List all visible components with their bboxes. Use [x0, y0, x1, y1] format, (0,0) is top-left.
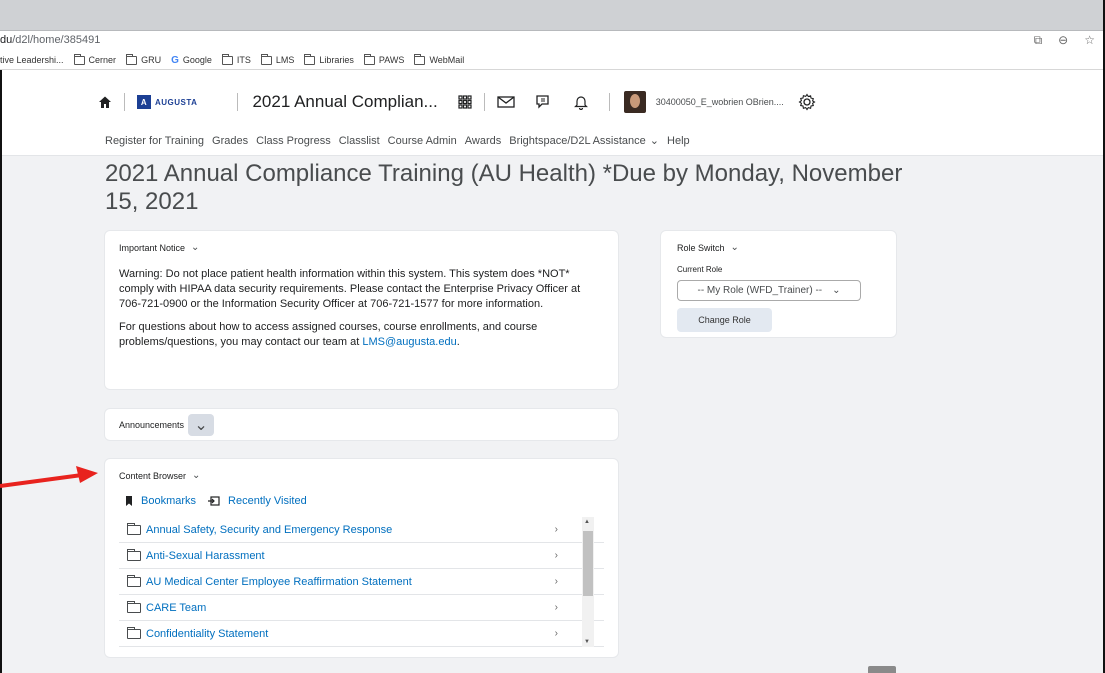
home-icon[interactable]	[98, 95, 112, 109]
course-navbar: Register for Training Grades Class Progres…	[2, 134, 1103, 156]
chevron-right-icon[interactable]: ›	[555, 576, 558, 587]
folder-icon	[73, 53, 85, 65]
chevron-down-icon[interactable]: ⌄	[191, 242, 199, 253]
bookmarks-bar: tive Leadershi... Cerner GRU G Google ITS LMS L…	[0, 51, 1105, 70]
content-browser-links: Bookmarks Recently Visited	[125, 495, 604, 507]
bookmark-item[interactable]: PAWS	[363, 53, 404, 65]
announcements-heading: Announcements	[119, 419, 185, 430]
bookmark-item[interactable]: G Google	[171, 55, 212, 66]
logo-mark-icon: A	[137, 95, 151, 109]
notification-bell-icon[interactable]	[573, 94, 589, 110]
nav-item[interactable]: Grades	[212, 134, 248, 147]
notice-contact-text: For questions about how to access assign…	[119, 321, 538, 348]
folder-icon	[127, 626, 141, 639]
chevron-down-icon[interactable]: ⌄	[731, 242, 739, 253]
current-role-label: Current Role	[677, 265, 723, 274]
content-list: Annual Safety, Security and Emergency Re…	[119, 517, 604, 647]
screenshot-frame: du/d2l/home/385491 ⧉ ⊖ ☆ tive Leadershi.…	[0, 0, 1105, 673]
bookmark-item[interactable]: Libraries	[304, 53, 354, 65]
page-title: 2021 Annual Compliance Training (AU Heal…	[105, 160, 903, 215]
bookmarks-link[interactable]: Bookmarks	[125, 495, 196, 507]
nav-item[interactable]: Course Admin	[388, 134, 457, 147]
role-select-value: -- My Role (WFD_Trainer) --	[697, 285, 823, 296]
border-line	[0, 70, 2, 673]
user-avatar[interactable]	[623, 91, 646, 113]
browser-tab-strip	[0, 0, 1105, 31]
zoom-icon[interactable]: ⊖	[1058, 33, 1068, 48]
nav-item[interactable]: Class Progress	[256, 134, 331, 147]
folder-icon	[127, 574, 141, 587]
chat-bubbles-icon[interactable]	[535, 94, 553, 110]
content-module-item[interactable]: Annual Safety, Security and Emergency Re…	[119, 517, 604, 543]
scroll-down-icon[interactable]: ▼	[584, 639, 590, 645]
feedback-tab[interactable]	[868, 666, 896, 673]
scroll-thumb[interactable]	[583, 531, 593, 596]
nav-item[interactable]: Awards	[465, 134, 501, 147]
url-text[interactable]: du/d2l/home/385491	[0, 34, 100, 46]
folder-icon	[126, 53, 138, 65]
address-bar-actions: ⧉ ⊖ ☆	[1034, 33, 1095, 48]
content-browser-header[interactable]: Content Browser ⌄	[119, 470, 604, 481]
important-notice-widget: Important Notice ⌄ Warning: Do not place…	[104, 230, 619, 390]
augusta-logo[interactable]: A AUGUSTA	[137, 95, 197, 109]
content-module-item[interactable]: CARE Team ›	[119, 595, 604, 621]
bookmark-icon	[126, 496, 132, 506]
chevron-right-icon[interactable]: ›	[555, 550, 558, 561]
role-select[interactable]: -- My Role (WFD_Trainer) -- ⌄	[677, 280, 861, 301]
chevron-down-icon: ⌄	[832, 285, 841, 296]
bookmark-item[interactable]: LMS	[260, 53, 294, 65]
bookmark-item[interactable]: tive Leadershi...	[0, 55, 64, 65]
chevron-down-icon[interactable]: ⌄	[188, 413, 215, 436]
role-switch-header[interactable]: Role Switch ⌄	[677, 242, 880, 253]
notice-warning-text: Warning: Do not place patient health inf…	[119, 268, 581, 310]
google-icon: G	[171, 54, 179, 66]
username[interactable]: 30400050_E_wobrien OBrien....	[656, 97, 784, 107]
chevron-right-icon[interactable]: ›	[555, 628, 558, 639]
folder-icon	[363, 53, 375, 65]
folder-icon	[127, 600, 141, 613]
content-list-scrollbar[interactable]: ▲ ▼	[582, 517, 594, 647]
course-title[interactable]: 2021 Annual Complian...	[252, 92, 437, 112]
change-role-button[interactable]: Change Role	[677, 308, 772, 332]
chevron-right-icon[interactable]: ›	[555, 524, 558, 535]
bookmark-item[interactable]: ITS	[221, 53, 251, 65]
chevron-down-icon: ⌄	[649, 135, 660, 147]
content-module-item[interactable]: Anti-Sexual Harassment ›	[119, 543, 604, 569]
nav-item[interactable]: Help	[667, 134, 690, 147]
notice-header[interactable]: Important Notice ⌄	[119, 242, 604, 253]
bookmark-item[interactable]: GRU	[126, 53, 161, 65]
folder-icon	[414, 53, 426, 65]
folder-icon	[304, 53, 316, 65]
content-module-item[interactable]: AU Medical Center Employee Reaffirmation…	[119, 569, 604, 595]
bookmark-item[interactable]: Cerner	[73, 53, 116, 65]
settings-gear-icon[interactable]	[798, 93, 816, 111]
d2l-header: A AUGUSTA 2021 Annual Complian... 304000…	[2, 70, 1103, 134]
content-module-item[interactable]: Confidentiality Statement ›	[119, 621, 604, 647]
content-browser-widget: Content Browser ⌄ Bookmarks Recently Vis…	[104, 458, 619, 658]
recent-history-icon	[208, 496, 220, 506]
announcements-widget: Announcements ⌄	[104, 408, 619, 441]
lms-email-link[interactable]: LMS@augusta.edu	[362, 336, 456, 348]
folder-icon	[127, 548, 141, 561]
role-switch-widget: Role Switch ⌄ Current Role -- My Role (W…	[660, 230, 897, 338]
recently-visited-link[interactable]: Recently Visited	[208, 495, 307, 507]
folder-icon	[127, 522, 141, 535]
course-selector-grid-icon[interactable]	[458, 95, 472, 109]
folder-icon	[221, 53, 233, 65]
folder-icon	[260, 53, 272, 65]
tab-search-icon[interactable]: ⧉	[1034, 33, 1043, 48]
nav-item[interactable]: Register for Training	[105, 134, 204, 147]
nav-item[interactable]: Classlist	[339, 134, 380, 147]
nav-item[interactable]: Brightspace/D2L Assistance ⌄	[509, 134, 660, 148]
bookmark-item[interactable]: WebMail	[414, 53, 464, 65]
scroll-up-icon[interactable]: ▲	[584, 519, 590, 525]
chevron-down-icon[interactable]: ⌄	[192, 470, 200, 481]
address-bar[interactable]: du/d2l/home/385491 ⧉ ⊖ ☆	[0, 31, 1105, 51]
red-annotation-arrow	[0, 466, 98, 488]
message-envelope-icon[interactable]	[497, 96, 515, 108]
chevron-right-icon[interactable]: ›	[555, 602, 558, 613]
favorite-star-icon[interactable]: ☆	[1084, 33, 1095, 48]
